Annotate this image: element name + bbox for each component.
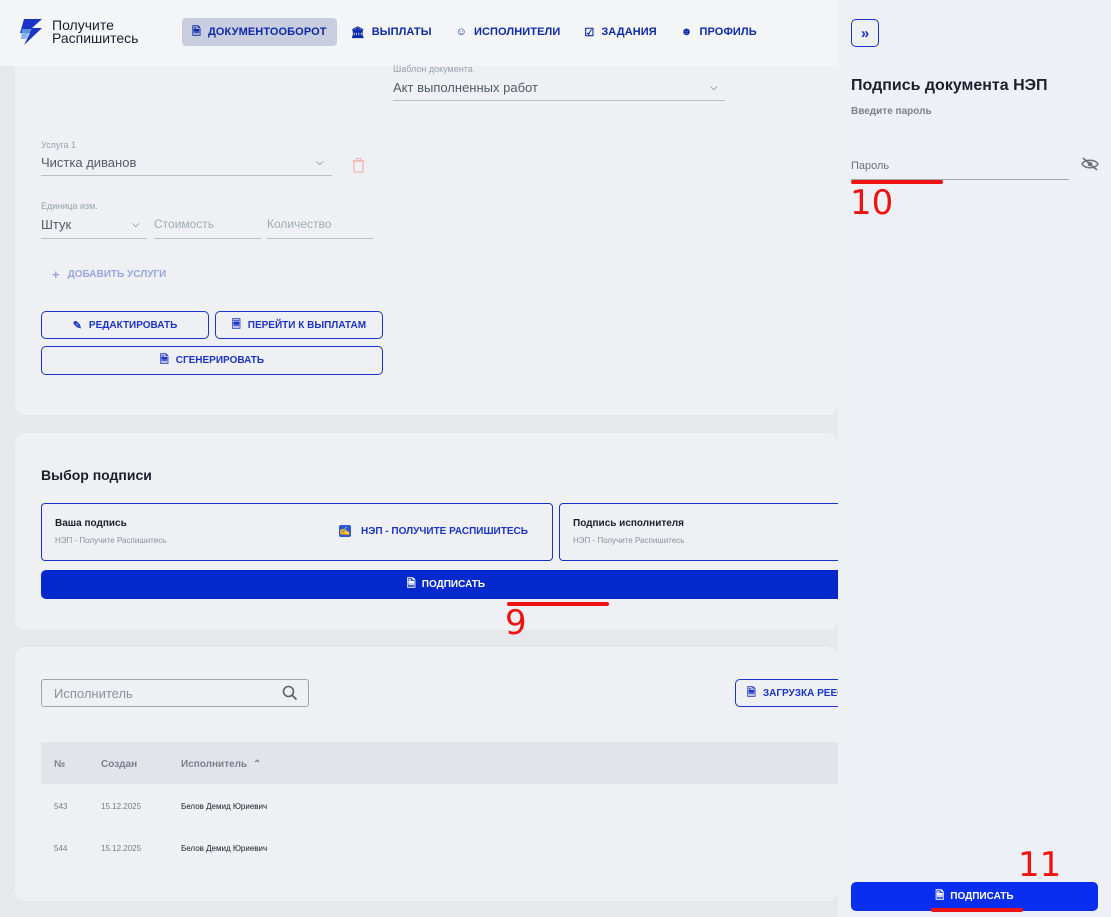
sign-button[interactable]: 🗎 ПОДПИСАТЬ [41, 570, 851, 599]
nav-executors-label: ИСПОЛНИТЕЛИ [473, 26, 561, 38]
table-header: № Создан Исполнитель ⌃ [41, 742, 838, 784]
service-underline [41, 175, 332, 176]
edit-button-label: РЕДАКТИРОВАТЬ [88, 319, 178, 331]
bank-icon: 🏛 [350, 26, 365, 39]
service-select[interactable]: Чистка диванов [41, 155, 136, 170]
column-executor[interactable]: Исполнитель ⌃ [181, 759, 261, 770]
quantity-input[interactable]: Количество [267, 217, 331, 231]
row-executor: Белов Демид Юриевич [181, 844, 268, 853]
go-to-payments-button[interactable]: 🗏 ПЕРЕЙТИ К ВЫПЛАТАМ [215, 311, 383, 339]
row-number: 544 [54, 844, 68, 853]
generate-button[interactable]: 🗎 СГЕНЕРИРОВАТЬ [41, 346, 383, 375]
generate-button-label: СГЕНЕРИРОВАТЬ [175, 355, 265, 366]
executor-signature-option[interactable] [559, 503, 849, 561]
column-created[interactable]: Создан [101, 759, 137, 770]
main-nav: 🗎 ДОКУМЕНТООБОРОТ 🏛 ВЫПЛАТЫ ☺ ИСПОЛНИТЕЛ… [182, 18, 767, 46]
annotation-10: 10 [850, 183, 894, 223]
panel-sign-button-label: ПОДПИСАТЬ [950, 891, 1014, 902]
cost-underline [154, 238, 261, 239]
service-label: Услуга 1 [41, 140, 76, 150]
signature-app-icon: ✍ [339, 525, 351, 537]
nav-payments-label: ВЫПЛАТЫ [371, 26, 432, 38]
document-icon: 🗎 [192, 25, 201, 38]
signature-side-panel: » Подпись документа НЭП Введите пароль П… [838, 0, 1111, 917]
template-underline [393, 100, 725, 101]
upload-registry-button[interactable]: 🗎 ЗАГРУЗКА РЕЕС [735, 679, 855, 707]
chevron-down-icon[interactable]: ⌵ [132, 219, 140, 230]
template-label: Шаблон документа [393, 64, 473, 74]
nav-tasks-label: ЗАДАНИЯ [601, 26, 657, 38]
edit-button[interactable]: ✎ РЕДАКТИРОВАТЬ [41, 311, 209, 339]
signature-section-title: Выбор подписи [41, 467, 152, 483]
quantity-underline [267, 238, 373, 239]
user-icon: ☻ [680, 26, 693, 38]
nav-documents-label: ДОКУМЕНТООБОРОТ [207, 26, 327, 38]
your-signature-title: Ваша подпись [55, 518, 127, 529]
password-field[interactable]: Пароль [851, 160, 889, 172]
unit-underline [41, 238, 147, 239]
annotation-underline-11 [931, 908, 1023, 912]
document-icon: 🗎 [747, 686, 756, 699]
cost-input[interactable]: Стоимость [154, 217, 214, 231]
upload-registry-label: ЗАГРУЗКА РЕЕС [762, 687, 845, 699]
sort-up-icon[interactable]: ⌃ [253, 759, 261, 770]
row-executor: Белов Демид Юриевич [181, 802, 268, 811]
logo[interactable]: Получите Распишитесь [18, 17, 138, 47]
search-placeholder: Исполнитель [54, 686, 133, 701]
panel-title: Подпись документа НЭП [851, 77, 1048, 94]
annotation-11: 11 [1018, 845, 1062, 885]
nav-profile[interactable]: ☻ ПРОФИЛЬ [671, 18, 767, 46]
pencil-icon: ✎ [72, 319, 82, 332]
template-select[interactable]: Акт выполненных работ [393, 80, 538, 95]
eye-off-icon[interactable] [1081, 157, 1099, 176]
column-number[interactable]: № [54, 759, 65, 770]
collapse-panel-button[interactable]: » [851, 19, 879, 47]
panel-sign-button[interactable]: 🗎 ПОДПИСАТЬ [851, 882, 1098, 911]
go-to-payments-label: ПЕРЕЙТИ К ВЫПЛАТАМ [247, 319, 367, 331]
document-icon: 🗎 [159, 354, 169, 366]
executor-search-input[interactable]: Исполнитель [41, 679, 309, 707]
chevron-down-icon[interactable]: ⌵ [710, 82, 718, 93]
calendar-check-icon: ☑ [584, 26, 595, 39]
nav-executors[interactable]: ☺ ИСПОЛНИТЕЛИ [446, 18, 571, 46]
search-icon[interactable] [282, 685, 298, 706]
unit-select[interactable]: Штук [41, 217, 71, 232]
chevron-down-icon[interactable]: ⌵ [316, 157, 324, 168]
plus-icon: + [52, 267, 60, 282]
sign-document-icon: 🗎 [406, 578, 416, 590]
unit-label: Единица изм. [41, 201, 98, 211]
annotation-9: 9 [505, 603, 527, 643]
executor-signature-title: Подпись исполнителя [573, 518, 684, 529]
executor-signature-subtitle: НЭП - Получите Распишитесь [573, 536, 685, 545]
add-service-button[interactable]: + ДОБАВИТЬ УСЛУГИ [52, 267, 166, 282]
trash-icon[interactable] [352, 158, 365, 178]
double-chevron-right-icon: » [860, 24, 870, 42]
add-service-label: ДОБАВИТЬ УСЛУГИ [67, 269, 167, 280]
nep-link[interactable]: ✍ НЭП - ПОЛУЧИТЕ РАСПИШИТЕСЬ [339, 525, 528, 537]
top-header: Получите Распишитесь 🗎 ДОКУМЕНТООБОРОТ 🏛… [0, 0, 838, 66]
your-signature-subtitle: НЭП - Получите Распишитесь [55, 536, 167, 545]
receipt-icon: 🗏 [231, 318, 241, 331]
column-executor-label: Исполнитель [181, 759, 248, 770]
logo-line-2: Распишитесь [52, 30, 139, 46]
users-icon: ☺ [455, 26, 467, 38]
nav-documents[interactable]: 🗎 ДОКУМЕНТООБОРОТ [182, 18, 337, 46]
row-number: 543 [54, 802, 68, 811]
row-created: 15.12.2025 [101, 844, 142, 853]
sign-document-icon: 🗎 [935, 890, 945, 902]
nav-profile-label: ПРОФИЛЬ [699, 26, 757, 38]
sign-button-label: ПОДПИСАТЬ [421, 579, 486, 590]
nav-payments[interactable]: 🏛 ВЫПЛАТЫ [341, 18, 442, 46]
nav-tasks[interactable]: ☑ ЗАДАНИЯ [574, 18, 666, 46]
panel-subtitle: Введите пароль [851, 106, 932, 117]
row-created: 15.12.2025 [101, 802, 142, 811]
logo-icon [18, 17, 44, 47]
nep-link-label: НЭП - ПОЛУЧИТЕ РАСПИШИТЕСЬ [361, 525, 528, 537]
